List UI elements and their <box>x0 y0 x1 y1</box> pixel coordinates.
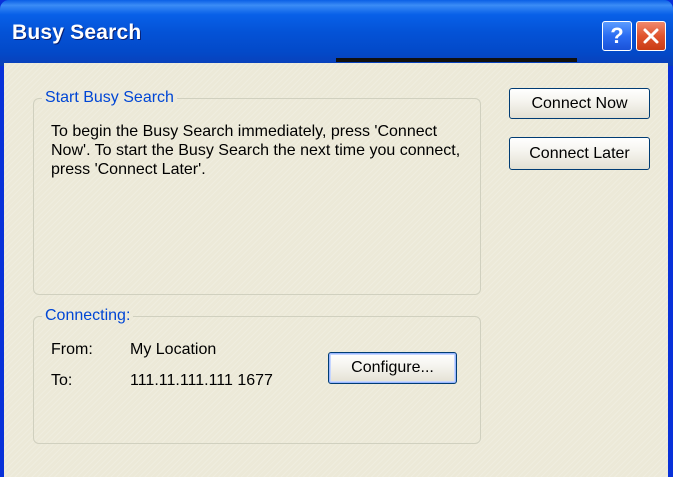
to-value: 111.11.111.111 1677 <box>130 372 273 389</box>
dialog-window: Busy Search ? Start Busy Search To begin… <box>0 0 673 477</box>
connect-now-button[interactable]: Connect Now <box>509 88 650 119</box>
connecting-legend: Connecting: <box>45 307 131 324</box>
from-value: My Location <box>130 341 217 358</box>
help-icon: ? <box>610 23 624 48</box>
title-divider <box>336 58 577 62</box>
start-description: To begin the Busy Search immediately, pr… <box>51 123 461 178</box>
connect-later-button[interactable]: Connect Later <box>509 137 650 170</box>
window-title: Busy Search <box>12 21 142 44</box>
help-button[interactable]: ? <box>602 21 632 51</box>
title-bar[interactable]: Busy Search ? <box>0 0 673 66</box>
close-button[interactable] <box>636 21 666 51</box>
start-busy-search-group: Start Busy Search <box>33 89 481 295</box>
to-label: To: <box>51 372 73 389</box>
close-icon <box>643 28 659 44</box>
configure-button[interactable]: Configure... <box>328 352 457 384</box>
from-label: From: <box>51 341 93 358</box>
start-busy-search-legend: Start Busy Search <box>45 89 174 106</box>
